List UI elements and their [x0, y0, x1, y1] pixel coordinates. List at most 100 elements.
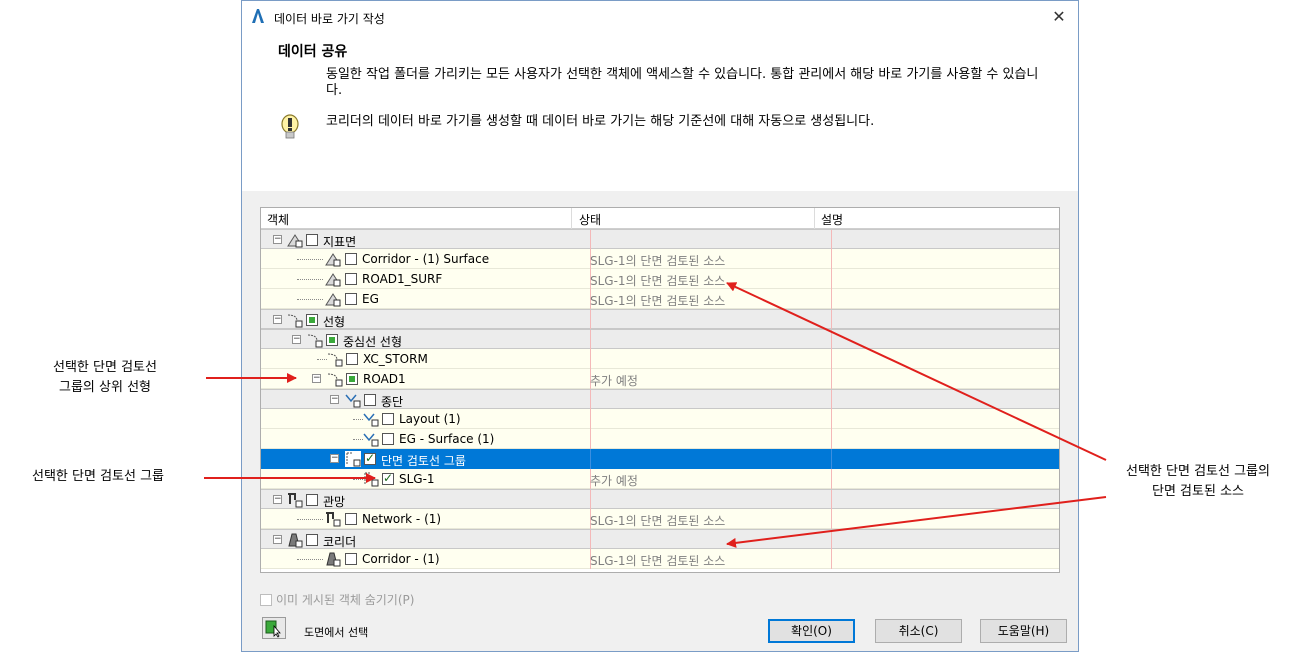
column-header-status[interactable]: 상태 — [579, 211, 601, 228]
dialog-header: 데이터 공유 동일한 작업 폴더를 가리키는 모든 사용자가 선택한 객체에 액… — [242, 33, 1078, 191]
tree-row-sample-line-group-item[interactable]: SLG-1 추가 예정 — [261, 469, 1059, 489]
row-checkbox[interactable] — [306, 314, 318, 326]
help-button[interactable]: 도움말(H) — [980, 619, 1067, 643]
pick-cursor-icon — [265, 620, 281, 638]
callout-line: 단면 검토된 소스 — [1152, 484, 1244, 499]
tree-row-alignments[interactable]: − 선형 — [261, 309, 1059, 330]
row-status: 추가 예정 — [590, 474, 638, 488]
row-name: Layout (1) — [399, 412, 461, 426]
close-icon[interactable]: ✕ — [1046, 5, 1072, 29]
alignment-icon — [287, 314, 303, 328]
collapse-toggle-icon[interactable]: − — [330, 454, 339, 463]
column-divider[interactable] — [814, 208, 815, 229]
column-line — [831, 409, 832, 429]
civil3d-app-icon — [252, 9, 264, 23]
row-checkbox[interactable] — [345, 513, 357, 525]
row-checkbox[interactable] — [346, 373, 358, 385]
tree-line — [353, 439, 363, 440]
row-name: ROAD1 — [363, 372, 406, 386]
objects-tree-grid: 객체 상태 설명 − 지표면 Corridor - (1) Surface SL… — [260, 207, 1060, 573]
tree-line — [297, 299, 323, 300]
callout-sampled-sources: 선택한 단면 검토선 그룹의 단면 검토된 소스 — [1098, 462, 1298, 502]
surface-icon — [287, 234, 303, 248]
profile-icon — [363, 433, 379, 447]
tree-row-alignment-item[interactable]: XC_STORM — [261, 349, 1059, 369]
tree-line — [297, 259, 323, 260]
row-name: Corridor - (1) Surface — [362, 252, 490, 266]
column-line — [590, 390, 591, 410]
checkbox-box[interactable] — [260, 594, 272, 606]
create-data-shortcuts-dialog: 데이터 바로 가기 작성 ✕ 데이터 공유 동일한 작업 폴더를 가리키는 모든… — [241, 0, 1079, 652]
tree-row-corridor-item[interactable]: Corridor - (1) SLG-1의 단면 검토된 소스 — [261, 549, 1059, 569]
tree-row-pipe-networks[interactable]: − 관망 — [261, 489, 1059, 510]
collapse-toggle-icon[interactable]: − — [330, 395, 339, 404]
tree-row-profiles[interactable]: − 종단 — [261, 389, 1059, 410]
tree-row-surface-item[interactable]: EG SLG-1의 단면 검토된 소스 — [261, 289, 1059, 309]
row-checkbox[interactable] — [345, 273, 357, 285]
row-checkbox[interactable] — [306, 494, 318, 506]
cancel-button[interactable]: 취소(C) — [875, 619, 962, 643]
row-name: 중심선 선형 — [343, 335, 403, 349]
tree-row-sample-line-groups[interactable]: − 단면 검토선 그룹 — [261, 449, 1059, 469]
collapse-toggle-icon[interactable]: − — [292, 335, 301, 344]
column-line — [590, 530, 591, 550]
row-checkbox[interactable] — [345, 553, 357, 565]
collapse-toggle-icon[interactable]: − — [273, 235, 282, 244]
column-divider[interactable] — [571, 208, 572, 229]
row-checkbox[interactable] — [382, 433, 394, 445]
row-name: EG - Surface (1) — [399, 432, 495, 446]
collapse-toggle-icon[interactable]: − — [312, 374, 321, 383]
collapse-toggle-icon[interactable]: − — [273, 535, 282, 544]
row-checkbox[interactable] — [326, 334, 338, 346]
title-bar: 데이터 바로 가기 작성 ✕ — [242, 1, 1078, 33]
row-status: SLG-1의 단면 검토된 소스 — [590, 514, 726, 528]
tree-row-surface-item[interactable]: Corridor - (1) Surface SLG-1의 단면 검토된 소스 — [261, 249, 1059, 269]
pick-from-drawing-label: 도면에서 선택 — [304, 626, 369, 639]
tree-row-corridors[interactable]: − 코리더 — [261, 529, 1059, 550]
tree-line — [353, 479, 363, 480]
row-checkbox[interactable] — [382, 413, 394, 425]
ok-button[interactable]: 확인(O) — [768, 619, 855, 643]
row-checkbox[interactable] — [345, 293, 357, 305]
column-line — [590, 330, 591, 350]
tree-row-profile-item[interactable]: Layout (1) — [261, 409, 1059, 429]
row-name: 코리더 — [323, 535, 357, 549]
lightbulb-icon — [281, 114, 299, 139]
tree-line — [297, 519, 323, 520]
column-line — [831, 490, 832, 510]
row-name: XC_STORM — [363, 352, 428, 366]
column-line — [831, 429, 832, 449]
grid-rows: − 지표면 Corridor - (1) Surface SLG-1의 단면 검… — [261, 229, 1059, 574]
row-name: 선형 — [323, 315, 346, 329]
column-line — [590, 429, 591, 449]
row-checkbox[interactable] — [382, 471, 394, 485]
row-checkbox[interactable] — [306, 534, 318, 546]
row-name: 관망 — [323, 495, 346, 509]
tree-row-alignment-item[interactable]: − ROAD1 추가 예정 — [261, 369, 1059, 389]
row-checkbox[interactable] — [345, 253, 357, 265]
tree-row-centerline-alignments[interactable]: − 중심선 선형 — [261, 329, 1059, 350]
profile-icon — [345, 394, 361, 408]
description-text: 동일한 작업 폴더를 가리키는 모든 사용자가 선택한 객체에 액세스할 수 있… — [326, 67, 1039, 98]
hide-published-checkbox[interactable]: 이미 게시된 객체 숨기기(P) — [260, 591, 414, 608]
pick-from-drawing-button[interactable] — [262, 617, 286, 639]
row-checkbox[interactable] — [346, 353, 358, 365]
column-line — [590, 409, 591, 429]
row-checkbox[interactable] — [364, 394, 376, 406]
column-line — [831, 310, 832, 330]
tree-row-surfaces[interactable]: − 지표면 — [261, 229, 1059, 250]
column-header-object[interactable]: 객체 — [267, 211, 289, 228]
row-checkbox[interactable] — [306, 234, 318, 246]
grid-header: 객체 상태 설명 — [261, 208, 1059, 229]
tree-row-surface-item[interactable]: ROAD1_SURF SLG-1의 단면 검토된 소스 — [261, 269, 1059, 289]
column-line — [831, 449, 832, 469]
collapse-toggle-icon[interactable]: − — [273, 315, 282, 324]
collapse-toggle-icon[interactable]: − — [273, 495, 282, 504]
pipe-network-icon — [326, 512, 341, 527]
column-header-description[interactable]: 설명 — [821, 211, 843, 228]
row-checkbox[interactable] — [364, 451, 376, 465]
tree-row-profile-item[interactable]: EG - Surface (1) — [261, 429, 1059, 449]
callout-line: 그룹의 상위 선형 — [59, 380, 151, 395]
tree-row-pipe-network-item[interactable]: Network - (1) SLG-1의 단면 검토된 소스 — [261, 509, 1059, 529]
alignment-icon — [327, 353, 343, 367]
